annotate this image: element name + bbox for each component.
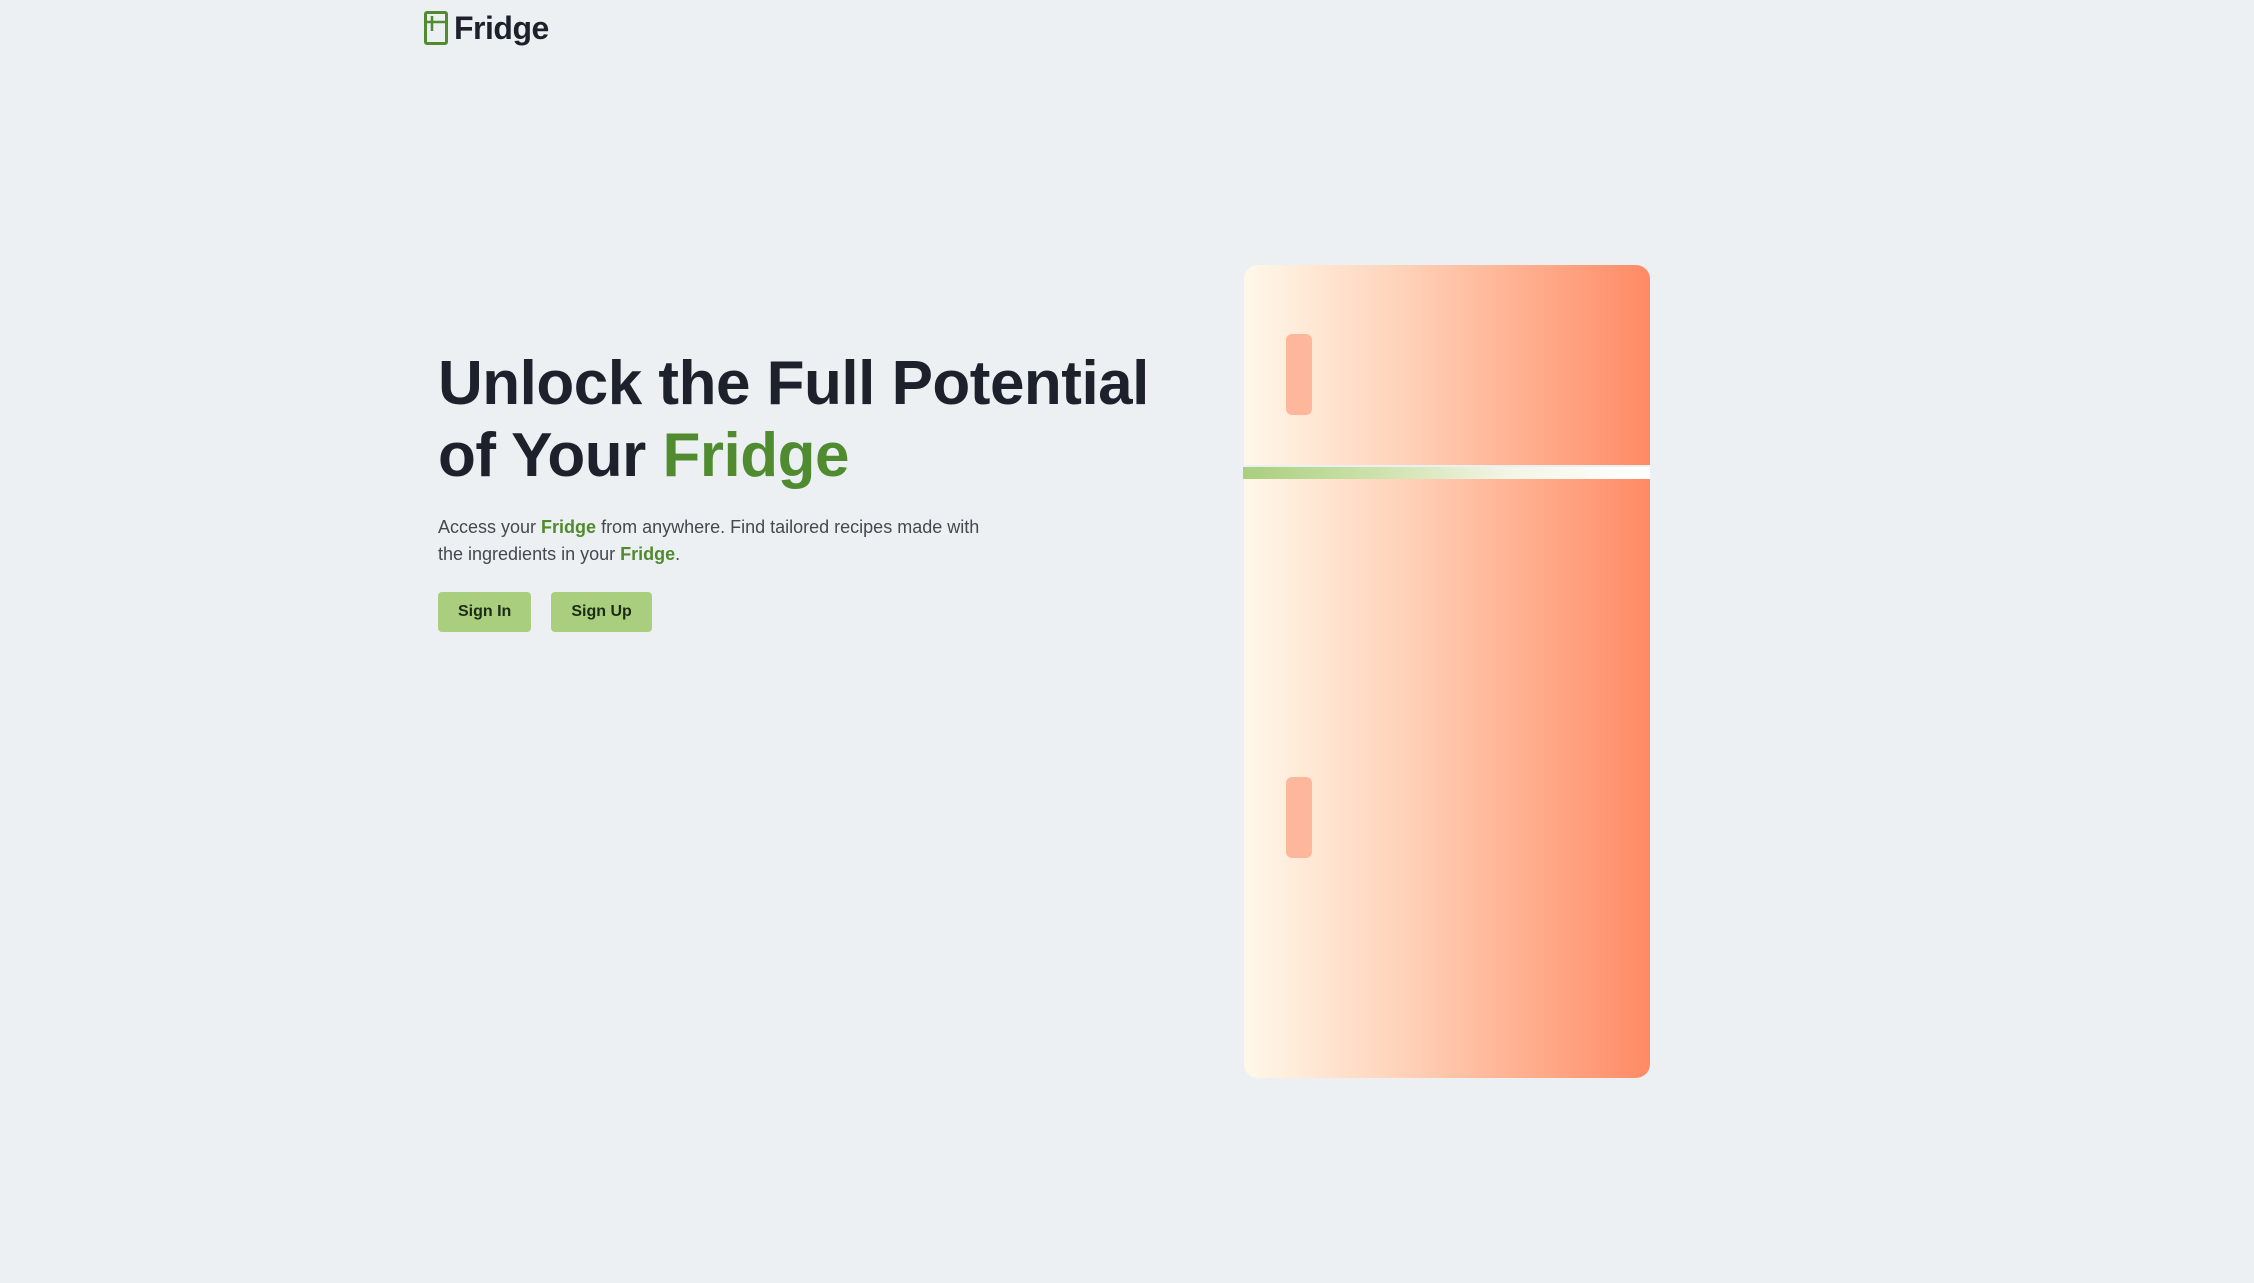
navbar: Fridge: [424, 8, 549, 48]
fridge-divider: [1243, 467, 1650, 479]
fridge-main-door: [1244, 479, 1650, 1078]
hero-desc-part3: .: [675, 544, 681, 564]
sign-in-button[interactable]: Sign In: [438, 592, 532, 632]
hero-description: Access your Fridge from anywhere. Find t…: [438, 514, 998, 568]
fridge-handle-top: [1286, 334, 1312, 415]
hero-desc-part1: Access your: [438, 517, 542, 537]
hero-desc-accent2: Fridge: [620, 544, 676, 564]
hero-title-accent: Fridge: [662, 421, 849, 490]
hero-section: Unlock the Full Potential of Your Fridge…: [438, 348, 1198, 632]
brand-name[interactable]: Fridge: [454, 12, 549, 44]
hero-title-line1: Unlock the Full Potential: [438, 349, 1149, 418]
sign-up-button[interactable]: Sign Up: [551, 592, 652, 632]
hero-title-line2-prefix: of Your: [438, 421, 663, 490]
fridge-illustration: [1243, 265, 1650, 1078]
hero-desc-accent1: Fridge: [541, 517, 597, 537]
hero-title: Unlock the Full Potential of Your Fridge: [438, 348, 1198, 492]
fridge-handle-bottom: [1286, 777, 1312, 858]
auth-buttons: Sign In Sign Up: [438, 592, 1198, 632]
fridge-icon: [424, 11, 448, 45]
fridge-freezer-door: [1244, 265, 1650, 465]
